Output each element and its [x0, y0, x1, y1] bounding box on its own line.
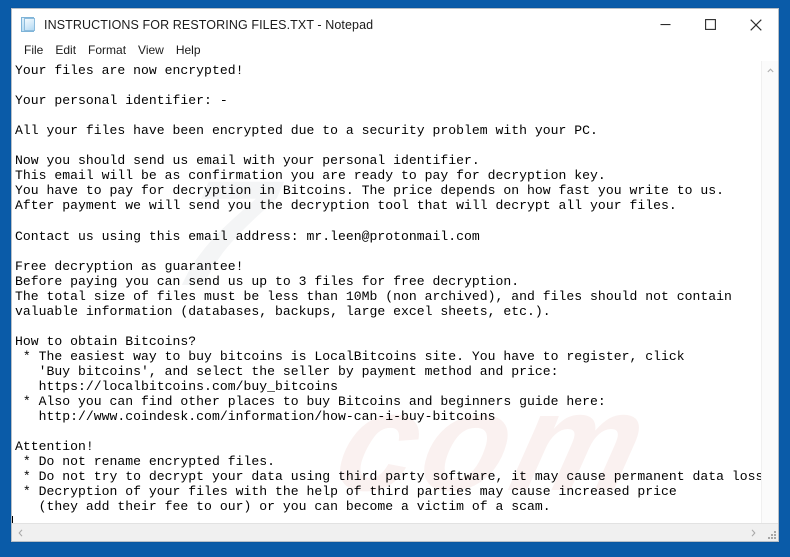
menu-item-format[interactable]: Format	[82, 42, 132, 59]
minimize-button[interactable]	[643, 9, 688, 40]
horizontal-scroll-track[interactable]	[29, 524, 745, 541]
chevron-up-icon	[766, 60, 774, 78]
scroll-left-button[interactable]	[12, 524, 29, 541]
editor-area: 7 com Your files are now encrypted! Your…	[12, 61, 778, 523]
notepad-window: INSTRUCTIONS FOR RESTORING FILES.TXT - N…	[11, 8, 779, 542]
menu-item-edit[interactable]: Edit	[49, 42, 82, 59]
menu-item-view[interactable]: View	[132, 42, 170, 59]
maximize-button[interactable]	[688, 9, 733, 40]
close-icon	[749, 18, 762, 31]
menu-item-file[interactable]: File	[18, 42, 49, 59]
text-editor[interactable]: 7 com Your files are now encrypted! Your…	[12, 61, 761, 523]
desktop-background: INSTRUCTIONS FOR RESTORING FILES.TXT - N…	[0, 0, 790, 557]
vertical-scroll-track[interactable]	[762, 77, 778, 523]
ransom-note-text: Your files are now encrypted! Your perso…	[15, 63, 761, 515]
window-controls	[643, 9, 778, 40]
notepad-document-icon	[21, 16, 37, 33]
maximize-icon	[705, 19, 716, 30]
minimize-icon	[660, 19, 671, 30]
chevron-right-icon	[751, 524, 756, 542]
chevron-left-icon	[18, 524, 23, 542]
resize-grip-icon[interactable]	[762, 524, 778, 541]
window-title: INSTRUCTIONS FOR RESTORING FILES.TXT - N…	[44, 17, 374, 32]
text-caret	[12, 516, 13, 523]
menu-bar: File Edit Format View Help	[12, 40, 778, 61]
menu-item-help[interactable]: Help	[170, 42, 207, 59]
scroll-right-button[interactable]	[745, 524, 762, 541]
title-bar[interactable]: INSTRUCTIONS FOR RESTORING FILES.TXT - N…	[12, 9, 778, 40]
scroll-up-button[interactable]	[762, 61, 778, 77]
close-button[interactable]	[733, 9, 778, 40]
horizontal-scrollbar[interactable]	[12, 523, 778, 541]
vertical-scrollbar[interactable]	[761, 61, 778, 523]
note-text-wrapper: Your files are now encrypted! Your perso…	[12, 61, 761, 523]
